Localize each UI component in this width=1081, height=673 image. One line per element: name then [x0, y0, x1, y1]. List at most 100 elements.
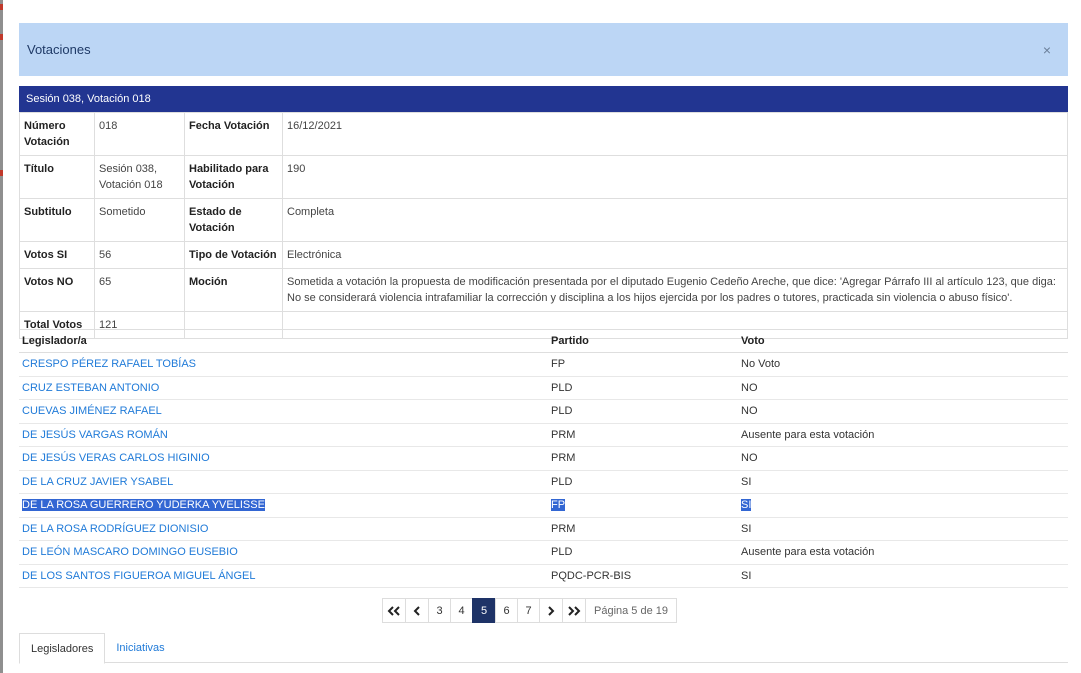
- vote-value: No Voto: [741, 358, 781, 371]
- legislator-link[interactable]: DE JESÚS VARGAS ROMÁN: [22, 429, 168, 441]
- page-button[interactable]: 7: [517, 598, 540, 623]
- titulo-label: Título: [19, 155, 95, 199]
- fecha-label: Fecha Votación: [184, 112, 283, 156]
- table-row: DE LOS SANTOS FIGUEROA MIGUEL ÁNGEL PQDC-…: [19, 564, 1068, 588]
- legislator-link[interactable]: DE JESÚS VERAS CARLOS HIGINIO: [22, 452, 210, 464]
- party-value: PLD: [551, 381, 573, 394]
- table-row: CRUZ ESTEBAN ANTONIO PLD NO: [19, 376, 1068, 400]
- legislator-cell: DE LA CRUZ JAVIER YSABEL: [19, 470, 548, 494]
- vote-cell: SI: [738, 493, 1068, 518]
- table-row: DE LEÓN MASCARO DOMINGO EUSEBIO PLD Ausent…: [19, 540, 1068, 565]
- legislator-link[interactable]: DE LOS SANTOS FIGUEROA MIGUEL ÁNGEL: [22, 570, 256, 582]
- votos-no-value: 65: [94, 268, 185, 312]
- tab-bar: Legisladores Iniciativas: [19, 633, 1068, 664]
- vote-value: SI: [741, 522, 752, 535]
- party-cell: PLD: [548, 540, 738, 565]
- subtitulo-value: Sometido: [94, 198, 185, 242]
- numero-value: 018: [94, 112, 185, 156]
- legislator-link[interactable]: CRESPO PÉREZ RAFAEL TOBÍAS: [22, 358, 196, 370]
- close-icon[interactable]: ×: [1043, 42, 1052, 58]
- table-row: DE LA ROSA GUERRERO YUDERKA YVELISSE FP SI: [19, 493, 1068, 518]
- page-button[interactable]: 3: [428, 598, 451, 623]
- next-page-button[interactable]: [539, 598, 563, 623]
- page-button[interactable]: 6: [495, 598, 518, 623]
- titulo-value: Sesión 038, Votación 018: [94, 155, 185, 199]
- tab-iniciativas[interactable]: Iniciativas: [105, 633, 175, 663]
- votos-si-label: Votos SI: [19, 241, 95, 269]
- vote-value: SI: [741, 475, 752, 488]
- legislator-link[interactable]: DE LEÓN MASCARO DOMINGO EUSEBIO: [22, 546, 238, 558]
- votos-si-value: 56: [94, 241, 185, 269]
- party-value: FP: [551, 358, 566, 371]
- table-row: DE JESÚS VERAS CARLOS HIGINIO PRM NO: [19, 446, 1068, 471]
- party-cell: PLD: [548, 376, 738, 400]
- column-header-vote: Voto: [738, 329, 1068, 353]
- vote-value: Ausente para esta votación: [741, 428, 875, 441]
- last-page-button[interactable]: [562, 598, 586, 623]
- party-cell: PLD: [548, 399, 738, 424]
- legislator-cell: DE JESÚS VARGAS ROMÁN: [19, 423, 548, 447]
- habilitado-value: 190: [282, 155, 1068, 199]
- chevron-left-icon: [413, 605, 420, 616]
- legislator-link[interactable]: DE LA ROSA GUERRERO YUDERKA YVELISSE: [22, 499, 265, 511]
- vote-value: SI: [741, 499, 752, 512]
- legislator-link[interactable]: CUEVAS JIMÉNEZ RAFAEL: [22, 405, 162, 417]
- estado-value: Completa: [282, 198, 1068, 242]
- page-button[interactable]: 4: [450, 598, 473, 623]
- legislators-table: Legislador/a Partido Voto CRESPO PÉREZ R…: [19, 329, 1068, 588]
- party-cell: PRM: [548, 446, 738, 471]
- tipo-label: Tipo de Votación: [184, 241, 283, 269]
- party-cell: PRM: [548, 517, 738, 541]
- vote-cell: NO: [738, 446, 1068, 471]
- modal-title: Votaciones: [27, 42, 91, 57]
- vote-value: NO: [741, 405, 758, 418]
- legislator-cell: DE JESÚS VERAS CARLOS HIGINIO: [19, 446, 548, 471]
- habilitado-label: Habilitado para Votación: [184, 155, 283, 199]
- legislator-cell: DE LEÓN MASCARO DOMINGO EUSEBIO: [19, 540, 548, 565]
- vote-value: Ausente para esta votación: [741, 546, 875, 559]
- party-value: PRM: [551, 428, 576, 441]
- party-cell: PQDC-PCR-BIS: [548, 564, 738, 588]
- mocion-value: Sometida a votación la propuesta de modi…: [282, 268, 1068, 312]
- vote-value: SI: [741, 569, 752, 582]
- legislators-body: CRESPO PÉREZ RAFAEL TOBÍAS FP No Voto CRUZ …: [19, 352, 1068, 588]
- legislators-header-row: Legislador/a Partido Voto: [19, 329, 1068, 353]
- vote-cell: No Voto: [738, 352, 1068, 377]
- legislator-link[interactable]: DE LA CRUZ JAVIER YSABEL: [22, 476, 173, 488]
- legislator-cell: DE LOS SANTOS FIGUEROA MIGUEL ÁNGEL: [19, 564, 548, 588]
- vote-cell: Ausente para esta votación: [738, 540, 1068, 565]
- column-header-party: Partido: [548, 329, 738, 353]
- vote-value: NO: [741, 381, 758, 394]
- first-page-button[interactable]: [382, 598, 406, 623]
- vote-cell: NO: [738, 399, 1068, 424]
- legislator-link[interactable]: CRUZ ESTEBAN ANTONIO: [22, 382, 159, 394]
- legislator-cell: DE LA ROSA GUERRERO YUDERKA YVELISSE: [19, 493, 548, 518]
- tab-legisladores[interactable]: Legisladores: [19, 633, 106, 664]
- table-row: DE LA ROSA RODRÍGUEZ DIONISIO PRM SI: [19, 517, 1068, 541]
- party-value: PRM: [551, 522, 576, 535]
- page-indicator: Página 5 de 19: [585, 598, 678, 623]
- double-chevron-right-icon: [568, 605, 581, 616]
- vote-cell: SI: [738, 564, 1068, 588]
- party-cell: PLD: [548, 470, 738, 494]
- votos-no-label: Votos NO: [19, 268, 95, 312]
- page-button-current[interactable]: 5: [472, 598, 496, 623]
- party-value: PLD: [551, 405, 573, 418]
- table-row: CRESPO PÉREZ RAFAEL TOBÍAS FP No Voto: [19, 352, 1068, 377]
- background-window-edge: [0, 0, 3, 673]
- chevron-right-icon: [548, 605, 555, 616]
- party-cell: FP: [548, 493, 738, 518]
- tipo-value: Electrónica: [282, 241, 1068, 269]
- prev-page-button[interactable]: [405, 598, 429, 623]
- votaciones-modal: Votaciones × Sesión 038, Votación 018 Nú…: [19, 23, 1068, 673]
- session-header: Sesión 038, Votación 018: [19, 86, 1068, 112]
- party-value: PLD: [551, 475, 573, 488]
- vote-cell: Ausente para esta votación: [738, 423, 1068, 447]
- party-value: FP: [551, 499, 566, 512]
- vote-cell: SI: [738, 517, 1068, 541]
- legislator-link[interactable]: DE LA ROSA RODRÍGUEZ DIONISIO: [22, 523, 208, 535]
- column-header-legislator: Legislador/a: [19, 329, 548, 353]
- vote-cell: SI: [738, 470, 1068, 494]
- vote-value: NO: [741, 452, 758, 465]
- legislator-cell: CRUZ ESTEBAN ANTONIO: [19, 376, 548, 400]
